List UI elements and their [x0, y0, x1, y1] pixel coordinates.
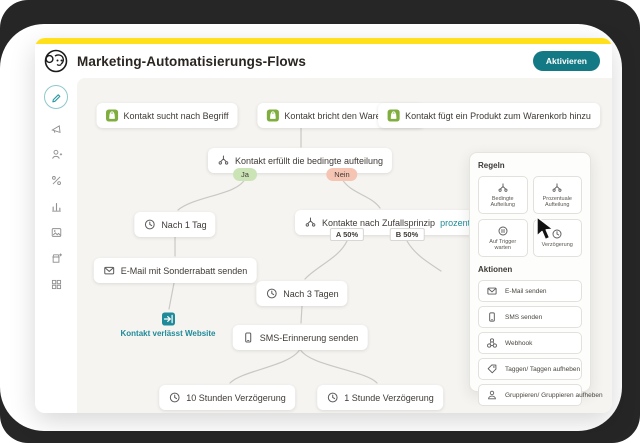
exit-icon — [161, 312, 175, 326]
clock-icon — [265, 287, 278, 300]
mail-icon — [103, 264, 116, 277]
delay-10-hours-node[interactable]: 10 Stunden Verzögerung — [159, 385, 295, 410]
clock-icon — [326, 391, 339, 404]
app-window: Marketing-Automatisierungs-Flows Aktivie… — [35, 38, 612, 413]
clock-icon — [143, 218, 156, 231]
store-icon — [50, 252, 63, 265]
action-row-send-sms[interactable]: SMS senden — [478, 306, 582, 328]
mouse-cursor-icon — [536, 216, 554, 241]
action-row-group[interactable]: Gruppieren/ Gruppieren aufheben — [478, 384, 603, 406]
logo-column — [35, 48, 77, 74]
sms-node-label: SMS-Erinnerung senden — [259, 332, 359, 343]
activate-button[interactable]: Aktivieren — [532, 51, 600, 71]
split-icon — [551, 182, 563, 194]
audience-icon — [50, 148, 63, 161]
automation-icon — [50, 174, 63, 187]
rules-section-title: Regeln — [478, 161, 505, 170]
random-split-label: Kontakte nach Zufallsprinzip — [322, 217, 436, 228]
action-row-label: Gruppieren/ Gruppieren aufheben — [505, 391, 603, 399]
flow-canvas[interactable]: Kontakt sucht nach Begriff Kontakt brich… — [77, 78, 612, 413]
actions-section-title: Aktionen — [478, 265, 513, 274]
email-node-label: E-Mail mit Sonderrabatt senden — [120, 265, 248, 276]
split-icon — [217, 154, 230, 167]
action-row-label: E-Mail senden — [505, 287, 547, 295]
yes-branch-badge: Ja — [233, 168, 257, 181]
delay-node-label: Nach 3 Tagen — [283, 288, 339, 299]
delay-node-label: Nach 1 Tag — [161, 219, 207, 230]
delay-1-day-node[interactable]: Nach 1 Tag — [134, 212, 216, 237]
split-icon — [304, 216, 317, 229]
action-row-label: SMS senden — [505, 313, 543, 321]
exit-node[interactable]: Kontakt verlässt Website — [121, 312, 216, 338]
pause-icon — [497, 225, 509, 237]
sms-reminder-node[interactable]: SMS-Erinnerung senden — [232, 325, 368, 350]
split-icon — [497, 182, 509, 194]
shopify-bag-icon — [387, 109, 400, 122]
trigger-node-add-to-cart[interactable]: Kontakt fügt ein Produkt zum Warenkorb h… — [378, 103, 600, 128]
delay-node-label: 10 Stunden Verzögerung — [186, 392, 286, 403]
no-branch-badge: Nein — [326, 168, 358, 181]
sidebar-item-integrations[interactable] — [50, 278, 63, 291]
rule-tile-label: Bedingte Aufteilung — [490, 196, 515, 208]
app-header: Marketing-Automatisierungs-Flows Aktivie… — [35, 44, 612, 78]
phone-icon — [486, 311, 498, 323]
marketing-hero-frame: Marketing-Automatisierungs-Flows Aktivie… — [0, 0, 640, 443]
sidebar-item-store[interactable] — [50, 252, 63, 265]
split-a-badge: A 50% — [329, 228, 365, 241]
rule-tile-conditional-split[interactable]: Bedingte Aufteilung — [478, 176, 528, 214]
rule-tile-label: Prozentuale Aufteilung — [542, 196, 572, 208]
delay-node-label: 1 Stunde Verzögerung — [344, 392, 434, 403]
sidebar-item-campaigns[interactable] — [50, 122, 63, 135]
rule-tile-percentage-split[interactable]: Prozentuale Aufteilung — [532, 176, 582, 214]
trigger-node-label: Kontakt sucht nach Begriff — [123, 110, 229, 121]
sidebar-item-content[interactable] — [50, 226, 63, 239]
conditional-node-label: Kontakt erfüllt die bedingte aufteilung — [234, 155, 384, 166]
sidebar-item-analytics[interactable] — [50, 200, 63, 213]
sidebar-item-audience[interactable] — [50, 148, 63, 161]
page-title: Marketing-Automatisierungs-Flows — [77, 53, 306, 69]
clock-icon — [168, 391, 181, 404]
action-row-tag[interactable]: Taggen/ Taggen aufheben — [478, 358, 582, 380]
action-row-label: Webhook — [505, 339, 533, 347]
sidebar-item-create-active[interactable] — [44, 85, 68, 109]
email-discount-node[interactable]: E-Mail mit Sonderrabatt senden — [93, 258, 257, 283]
apps-grid-icon — [50, 278, 63, 291]
sidebar-item-automations[interactable] — [50, 174, 63, 187]
rule-tile-label: Auf Trigger warten — [489, 239, 517, 251]
shopify-bag-icon — [266, 109, 279, 122]
mail-icon — [486, 285, 498, 297]
sidebar-nav — [35, 78, 77, 413]
action-row-webhook[interactable]: Webhook — [478, 332, 582, 354]
group-icon — [486, 389, 498, 401]
action-row-label: Taggen/ Taggen aufheben — [505, 365, 581, 373]
webhook-icon — [486, 337, 498, 349]
pencil-icon — [50, 91, 63, 104]
rule-tile-label: Verzögerung — [541, 242, 573, 248]
megaphone-icon — [50, 122, 63, 135]
trigger-node-label: Kontakt fügt ein Produkt zum Warenkorb h… — [405, 110, 591, 121]
action-row-send-email[interactable]: E-Mail senden — [478, 280, 582, 302]
analytics-icon — [50, 200, 63, 213]
delay-3-days-node[interactable]: Nach 3 Tagen — [256, 281, 348, 306]
blocks-panel: Regeln Bedingte Aufteilung Prozentuale A… — [469, 152, 603, 406]
rule-tile-wait-for-trigger[interactable]: Auf Trigger warten — [478, 219, 528, 257]
content-icon — [50, 226, 63, 239]
split-b-badge: B 50% — [389, 228, 425, 241]
shopify-bag-icon — [106, 109, 119, 122]
delay-1-hour-node[interactable]: 1 Stunde Verzögerung — [317, 385, 443, 410]
trigger-node-search[interactable]: Kontakt sucht nach Begriff — [96, 103, 238, 128]
phone-icon — [242, 331, 255, 344]
mailchimp-logo-icon[interactable] — [43, 48, 69, 74]
exit-node-label: Kontakt verlässt Website — [120, 329, 216, 338]
tag-icon — [486, 363, 498, 375]
